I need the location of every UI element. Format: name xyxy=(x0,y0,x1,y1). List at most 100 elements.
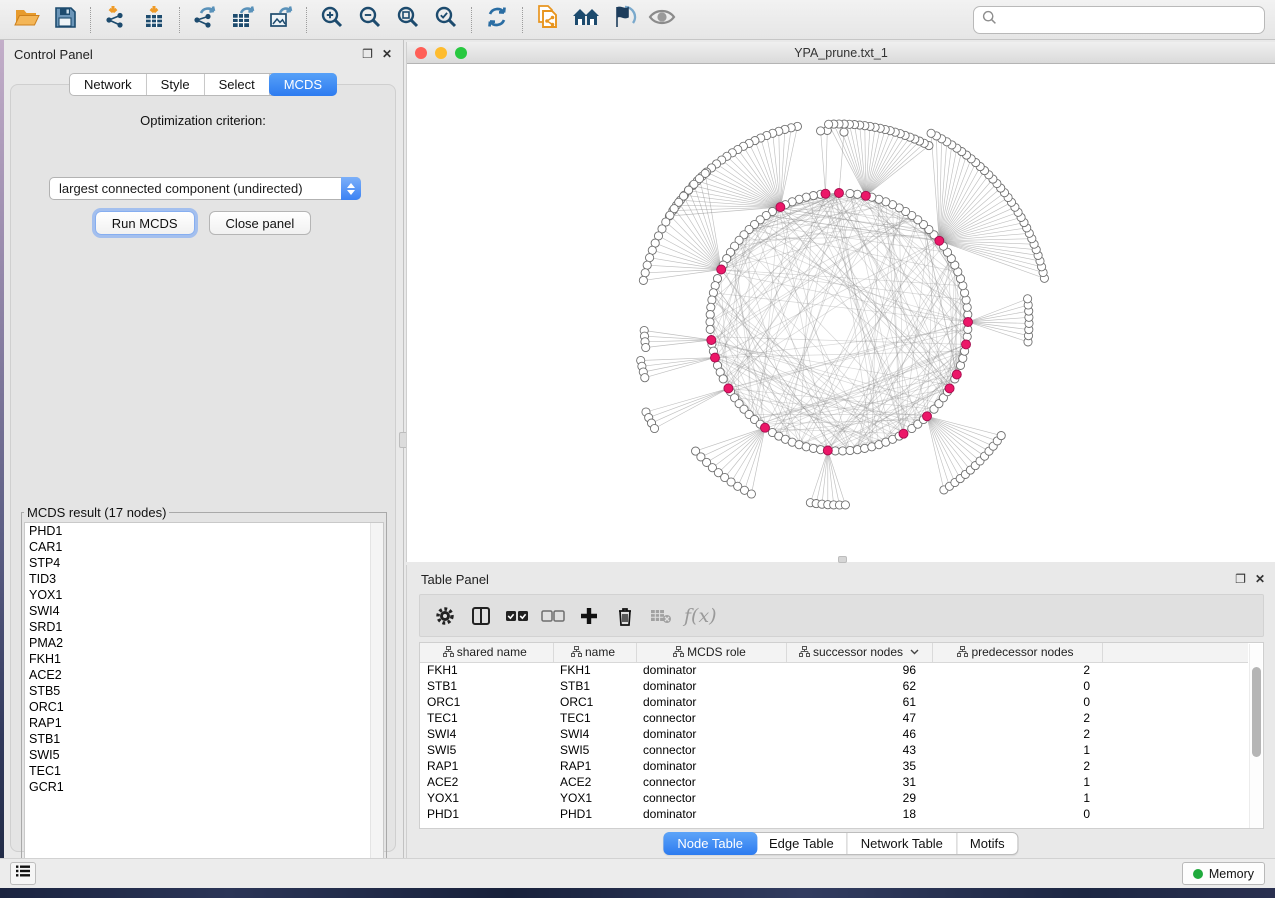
zoom-selected-button[interactable] xyxy=(427,4,465,36)
export-table-button[interactable] xyxy=(224,4,262,36)
mcds-result-item[interactable]: SWI5 xyxy=(25,747,383,763)
search-input[interactable] xyxy=(1003,12,1256,27)
table-row[interactable]: STB1STB1dominator620 xyxy=(420,678,1248,694)
network-window-titlebar[interactable]: YPA_prune.txt_1 xyxy=(407,42,1275,64)
mcds-result-item[interactable]: TEC1 xyxy=(25,763,383,779)
table-cell[interactable]: PHD1 xyxy=(553,806,636,822)
horizontal-splitter-grip[interactable] xyxy=(838,556,847,563)
table-cell[interactable]: connector xyxy=(636,742,786,758)
mcds-result-list[interactable]: PHD1CAR1STP4TID3YOX1SWI4SRD1PMA2FKH1ACE2… xyxy=(24,522,384,874)
table-cell[interactable]: 61 xyxy=(786,694,932,710)
table-cell[interactable]: connector xyxy=(636,774,786,790)
tab-style[interactable]: Style xyxy=(147,74,205,95)
table-cell[interactable]: 18 xyxy=(786,806,932,822)
mcds-result-item[interactable]: ORC1 xyxy=(25,699,383,715)
mcds-result-item[interactable]: FKH1 xyxy=(25,651,383,667)
zoom-out-button[interactable] xyxy=(351,4,389,36)
table-cell[interactable]: STB1 xyxy=(553,678,636,694)
houses-button[interactable] xyxy=(567,4,605,36)
close-panel-icon[interactable]: ✕ xyxy=(382,48,392,60)
table-cell[interactable]: 0 xyxy=(932,678,1102,694)
mcds-result-item[interactable]: GCR1 xyxy=(25,779,383,795)
table-cell[interactable]: connector xyxy=(636,710,786,726)
eye-button[interactable] xyxy=(643,4,681,36)
run-mcds-button[interactable]: Run MCDS xyxy=(95,211,195,235)
export-image-button[interactable] xyxy=(262,4,300,36)
mcds-result-item[interactable]: TID3 xyxy=(25,571,383,587)
table-cell[interactable]: 62 xyxy=(786,678,932,694)
table-cell[interactable]: YOX1 xyxy=(553,790,636,806)
column-header-shared-name[interactable]: shared name xyxy=(420,643,553,662)
zoom-in-button[interactable] xyxy=(313,4,351,36)
table-cell[interactable]: 29 xyxy=(786,790,932,806)
close-panel-button[interactable]: Close panel xyxy=(209,211,312,235)
table-cell[interactable]: TEC1 xyxy=(420,710,553,726)
table-cell[interactable]: dominator xyxy=(636,726,786,742)
table-cell[interactable]: 43 xyxy=(786,742,932,758)
table-cell[interactable]: SWI5 xyxy=(553,742,636,758)
table-cell[interactable]: RAP1 xyxy=(420,758,553,774)
table-cell[interactable]: FKH1 xyxy=(553,662,636,678)
save-session-button[interactable] xyxy=(46,4,84,36)
tab-select[interactable]: Select xyxy=(205,74,270,95)
tab-edge-table[interactable]: Edge Table xyxy=(756,833,848,854)
task-history-button[interactable] xyxy=(10,862,36,885)
column-header-successor-nodes[interactable]: successor nodes xyxy=(786,643,932,662)
mcds-result-item[interactable]: PHD1 xyxy=(25,523,383,539)
table-row[interactable]: ACE2ACE2connector311 xyxy=(420,774,1248,790)
show-columns-icon[interactable] xyxy=(466,601,496,631)
open-session-button[interactable] xyxy=(8,4,46,36)
table-cell[interactable]: dominator xyxy=(636,662,786,678)
table-cell[interactable]: 2 xyxy=(932,710,1102,726)
table-row[interactable]: RAP1RAP1dominator352 xyxy=(420,758,1248,774)
import-network-button[interactable] xyxy=(97,4,135,36)
new-network-from-selection-button[interactable] xyxy=(529,4,567,36)
zoom-fit-button[interactable] xyxy=(389,4,427,36)
table-cell[interactable]: SWI4 xyxy=(420,726,553,742)
float-table-panel-icon[interactable]: ❐ xyxy=(1235,573,1246,585)
table-cell[interactable]: ACE2 xyxy=(420,774,553,790)
tab-network[interactable]: Network xyxy=(70,74,147,95)
add-column-icon[interactable] xyxy=(574,601,604,631)
table-cell[interactable]: YOX1 xyxy=(420,790,553,806)
table-cell[interactable]: ORC1 xyxy=(420,694,553,710)
table-row[interactable]: SWI5SWI5connector431 xyxy=(420,742,1248,758)
table-cell[interactable]: dominator xyxy=(636,806,786,822)
table-cell[interactable]: 96 xyxy=(786,662,932,678)
table-row[interactable]: YOX1YOX1connector291 xyxy=(420,790,1248,806)
delete-column-trash-icon[interactable] xyxy=(610,601,640,631)
column-header-MCDS-role[interactable]: MCDS role xyxy=(636,643,786,662)
table-cell[interactable]: 2 xyxy=(932,662,1102,678)
tab-node-table[interactable]: Node Table xyxy=(663,832,757,855)
table-cell[interactable]: RAP1 xyxy=(553,758,636,774)
float-panel-icon[interactable]: ❐ xyxy=(362,48,373,60)
table-cell[interactable]: 35 xyxy=(786,758,932,774)
mcds-result-item[interactable]: ACE2 xyxy=(25,667,383,683)
mcds-result-item[interactable]: SRD1 xyxy=(25,619,383,635)
table-row[interactable]: PHD1PHD1dominator180 xyxy=(420,806,1248,822)
flag-button[interactable] xyxy=(605,4,643,36)
table-cell[interactable]: 1 xyxy=(932,790,1102,806)
mcds-result-item[interactable]: CAR1 xyxy=(25,539,383,555)
tab-motifs[interactable]: Motifs xyxy=(957,833,1018,854)
table-cell[interactable]: FKH1 xyxy=(420,662,553,678)
mcds-result-item[interactable]: RAP1 xyxy=(25,715,383,731)
table-cell[interactable]: SWI4 xyxy=(553,726,636,742)
table-cell[interactable]: 2 xyxy=(932,726,1102,742)
mcds-result-item[interactable]: SWI4 xyxy=(25,603,383,619)
search-field[interactable] xyxy=(973,6,1265,34)
table-settings-gear-icon[interactable] xyxy=(430,601,460,631)
table-cell[interactable]: dominator xyxy=(636,694,786,710)
mcds-result-item[interactable]: STB1 xyxy=(25,731,383,747)
table-cell[interactable]: TEC1 xyxy=(553,710,636,726)
list-scrollbar[interactable] xyxy=(370,523,383,873)
table-row[interactable]: ORC1ORC1dominator610 xyxy=(420,694,1248,710)
table-cell[interactable]: ACE2 xyxy=(553,774,636,790)
table-cell[interactable]: connector xyxy=(636,790,786,806)
tab-network-table[interactable]: Network Table xyxy=(848,833,957,854)
table-cell[interactable]: 47 xyxy=(786,710,932,726)
table-row[interactable]: FKH1FKH1dominator962 xyxy=(420,662,1248,678)
mcds-result-item[interactable]: YOX1 xyxy=(25,587,383,603)
table-scrollbar[interactable] xyxy=(1249,644,1262,829)
table-row[interactable]: TEC1TEC1connector472 xyxy=(420,710,1248,726)
